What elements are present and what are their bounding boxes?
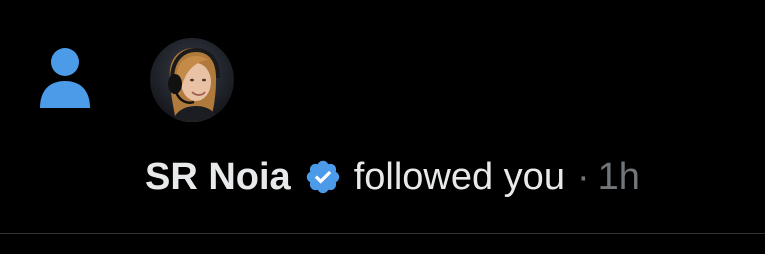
display-name-link[interactable]: SR Noia [145, 152, 291, 202]
separator-dot: · [576, 156, 590, 198]
follow-action-text: followed you [353, 156, 565, 198]
follow-notification[interactable]: SR Noia followed you · 1h [0, 0, 765, 233]
notification-text: SR Noia followed you · 1h [145, 152, 640, 202]
timestamp: 1h [597, 156, 640, 198]
user-avatar[interactable] [150, 38, 234, 122]
divider [0, 233, 765, 234]
verified-badge-icon [306, 160, 339, 194]
person-icon [40, 48, 90, 108]
